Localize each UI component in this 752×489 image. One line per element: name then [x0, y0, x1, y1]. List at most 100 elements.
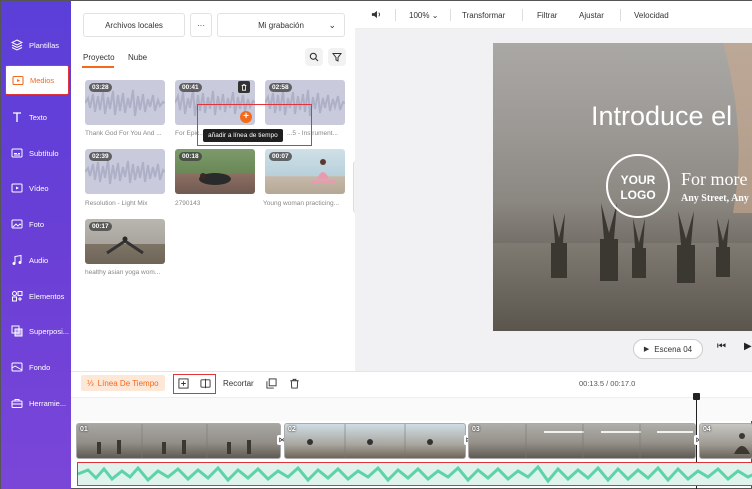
divider	[620, 9, 621, 21]
duration-badge: 02:58	[269, 83, 292, 92]
canvas-subtitle[interactable]: For more	[681, 169, 748, 190]
sidebar-item-audio[interactable]: Audio	[5, 245, 69, 275]
media-item-audio[interactable]: 02:39	[85, 149, 165, 194]
sidebar: Plantillas Medios Texto Subtítulo Vídeo …	[1, 1, 71, 489]
timeline-label[interactable]: ⅓ Línea De Tiempo	[81, 375, 165, 391]
duplicate-button[interactable]	[265, 377, 277, 389]
tab-cloud[interactable]: Nube	[128, 53, 147, 62]
media-item-video[interactable]: 00:07	[265, 149, 345, 194]
speed-button[interactable]: Velocidad	[634, 11, 669, 20]
video-icon	[10, 181, 24, 195]
media-caption: Young woman practicing...	[263, 200, 340, 207]
search-button[interactable]	[305, 48, 323, 66]
play-icon: ▶	[643, 346, 650, 353]
filter-button[interactable]	[328, 48, 346, 66]
time-display: 00:13.5 / 00:17.0	[579, 379, 636, 388]
sidebar-item-video[interactable]: Vídeo	[5, 173, 69, 203]
divider	[395, 9, 396, 21]
timeline-clip[interactable]: 02	[284, 423, 466, 459]
media-caption: Resolution - Light Mix	[85, 200, 148, 207]
media-item-video[interactable]: 00:18	[175, 149, 255, 194]
sidebar-item-label: Medios	[30, 75, 55, 85]
scene-button[interactable]: ▶ Escena 04	[633, 339, 703, 359]
delete-media-button[interactable]	[238, 81, 250, 93]
media-caption: 2790143	[175, 200, 201, 207]
filter-icon	[332, 53, 342, 62]
canvas-title[interactable]: Introduce el	[591, 101, 732, 132]
tab-project[interactable]: Proyecto	[83, 53, 115, 62]
chevron-down-icon: ⌄	[328, 19, 336, 30]
sidebar-item-media[interactable]: Medios	[5, 65, 69, 95]
sidebar-item-label: Elementos	[29, 291, 65, 301]
scene-label: Escena 04	[654, 344, 693, 354]
local-files-label: Archivos locales	[105, 20, 163, 30]
clip-frames	[307, 424, 433, 458]
divider	[450, 9, 451, 21]
sidebar-item-label: Audio	[29, 255, 49, 265]
media-item-video[interactable]: 00:17	[85, 219, 165, 264]
volume-button[interactable]	[371, 9, 382, 22]
media-item-audio[interactable]: 03:28	[85, 80, 165, 125]
duration-badge: 00:17	[89, 222, 112, 231]
more-icon: ···	[197, 20, 205, 30]
transform-button[interactable]: Transformar	[462, 11, 505, 20]
duration-badge: 00:41	[179, 83, 202, 92]
clip-number: 01	[80, 426, 88, 433]
adjust-button[interactable]: Ajustar	[579, 11, 604, 20]
background-icon	[10, 360, 24, 374]
play-button[interactable]: ▶	[744, 341, 752, 352]
zoom-select[interactable]: 100% ⌄	[409, 11, 438, 20]
chevron-down-icon: ⌄	[431, 11, 439, 20]
previous-scene-button[interactable]: ⏮	[717, 341, 726, 352]
sidebar-item-text[interactable]: Texto	[5, 102, 69, 132]
text-icon	[10, 110, 24, 124]
delete-button[interactable]	[288, 377, 300, 389]
timeline-clip[interactable]: 04	[699, 423, 752, 459]
elements-icon	[10, 289, 24, 303]
filter-tool-button[interactable]: Filtrar	[537, 11, 557, 20]
logo-placeholder[interactable]: YOUR LOGO	[606, 154, 670, 218]
sidebar-item-label: Plantillas	[29, 40, 60, 50]
copy-icon	[265, 377, 277, 389]
clip-number: 03	[472, 426, 480, 433]
canvas-address[interactable]: Any Street, Any	[681, 193, 749, 204]
sidebar-item-label: Texto	[29, 112, 47, 122]
recording-select[interactable]: Mi grabación ⌄	[217, 13, 345, 37]
timeline-icon: ⅓	[87, 378, 94, 388]
overlay-icon	[10, 324, 24, 338]
duration-badge: 02:39	[89, 152, 112, 161]
clip-number: 02	[288, 426, 296, 433]
subtitle-icon	[10, 146, 24, 160]
sidebar-item-templates[interactable]: Plantillas	[5, 30, 69, 60]
trash-icon	[241, 84, 247, 91]
local-files-button[interactable]: Archivos locales	[83, 13, 185, 37]
sidebar-item-label: Foto	[29, 219, 45, 229]
sidebar-item-tools[interactable]: Herramie...	[5, 388, 69, 418]
preview-toolbar: 100% ⌄ Transformar Filtrar Ajustar Veloc…	[355, 1, 752, 29]
media-folder-icon	[11, 73, 25, 87]
timeline-clip[interactable]: 03	[468, 423, 696, 459]
video-canvas[interactable]: Introduce el YOUR LOGO For more Any Stre…	[493, 43, 752, 331]
trash-icon	[289, 378, 299, 389]
sidebar-item-subtitle[interactable]: Subtítulo	[5, 138, 69, 168]
sidebar-item-background[interactable]: Fondo	[5, 352, 69, 382]
recording-select-label: Mi grabación	[258, 20, 304, 30]
sidebar-item-photo[interactable]: Foto	[5, 209, 69, 239]
more-options-button[interactable]: ···	[190, 13, 212, 37]
media-caption: Thank God For You And ...	[85, 130, 162, 137]
audio-waveform	[78, 464, 752, 484]
music-icon	[10, 253, 24, 267]
zoom-value: 100%	[409, 11, 430, 20]
sidebar-item-label: Vídeo	[29, 183, 49, 193]
duration-badge: 00:18	[179, 152, 202, 161]
media-caption: healthy asian yoga wom...	[85, 269, 161, 276]
active-tab-indicator	[82, 66, 114, 68]
speaker-icon	[371, 10, 380, 19]
duration-badge: 03:28	[89, 83, 112, 92]
timeline-label-text: Línea De Tiempo	[97, 378, 159, 388]
audio-track[interactable]	[77, 462, 752, 486]
sidebar-item-elements[interactable]: Elementos	[5, 281, 69, 311]
sidebar-item-overlay[interactable]: Superposi...	[5, 316, 69, 346]
timeline-clip[interactable]: 01	[76, 423, 281, 459]
crop-button[interactable]: Recortar	[223, 379, 254, 388]
